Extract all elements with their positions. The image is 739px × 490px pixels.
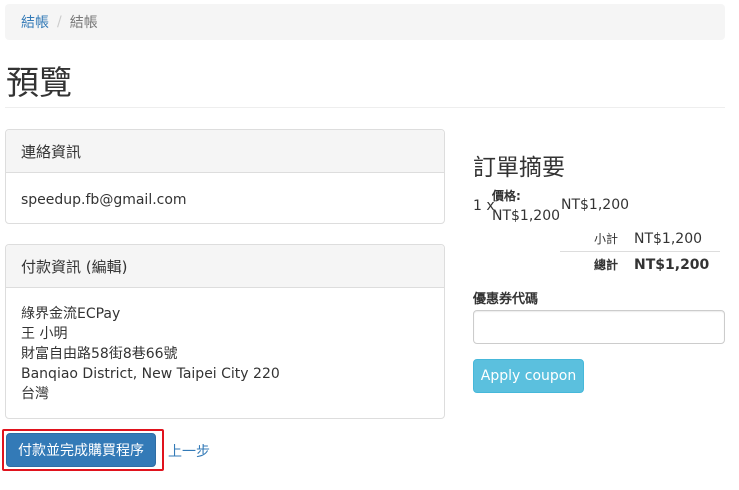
place-order-button[interactable]: 付款並完成購買程序 (6, 433, 156, 467)
item-price: 價格: NT$1,200 (492, 186, 560, 226)
item-price-value: NT$1,200 (492, 208, 561, 224)
subtotal-row: 小計 NT$1,200 (560, 226, 720, 251)
item-line-total: NT$1,200 (561, 197, 630, 213)
breadcrumb: 結帳 / 結帳 (5, 4, 725, 40)
page-title: 預覽 (6, 63, 72, 102)
coupon-input[interactable] (473, 310, 725, 344)
payment-address-city: Banqiao District, New Taipei City 220 (21, 366, 280, 382)
order-totals: 小計 NT$1,200 總計 NT$1,200 (560, 226, 720, 277)
back-link[interactable]: 上一步 (168, 441, 210, 461)
item-price-label: 價格: (492, 189, 521, 203)
contact-email: speedup.fb@gmail.com (21, 192, 187, 208)
payment-panel-body: 綠界金流ECPay 王 小明 財富自由路58街8巷66號 Banqiao Dis… (6, 288, 444, 418)
contact-panel-body: speedup.fb@gmail.com (6, 173, 444, 224)
total-value: NT$1,200 (634, 256, 710, 273)
total-row: 總計 NT$1,200 (560, 252, 720, 277)
payment-address-street: 財富自由路58街8巷66號 (21, 346, 178, 362)
coupon-label: 優惠券代碼 (473, 292, 539, 307)
contact-panel: 連絡資訊 speedup.fb@gmail.com (5, 129, 445, 224)
apply-coupon-button[interactable]: Apply coupon (473, 359, 584, 393)
breadcrumb-link-checkout[interactable]: 結帳 (21, 12, 49, 32)
breadcrumb-current: 結帳 (69, 15, 98, 31)
payment-address-country: 台灣 (21, 386, 49, 402)
total-label: 總計 (593, 258, 618, 272)
contact-panel-heading: 連絡資訊 (6, 130, 444, 173)
title-divider (5, 107, 725, 108)
subtotal-value: NT$1,200 (634, 230, 703, 247)
payment-name: 王 小明 (21, 326, 68, 342)
payment-panel-heading: 付款資訊 (編輯) (6, 245, 444, 288)
subtotal-label: 小計 (593, 232, 618, 246)
payment-panel: 付款資訊 (編輯) 綠界金流ECPay 王 小明 財富自由路58街8巷66號 B… (5, 244, 445, 419)
breadcrumb-separator: / (57, 14, 62, 30)
payment-method: 綠界金流ECPay (21, 306, 121, 322)
order-summary-title: 訂單摘要 (473, 155, 565, 181)
